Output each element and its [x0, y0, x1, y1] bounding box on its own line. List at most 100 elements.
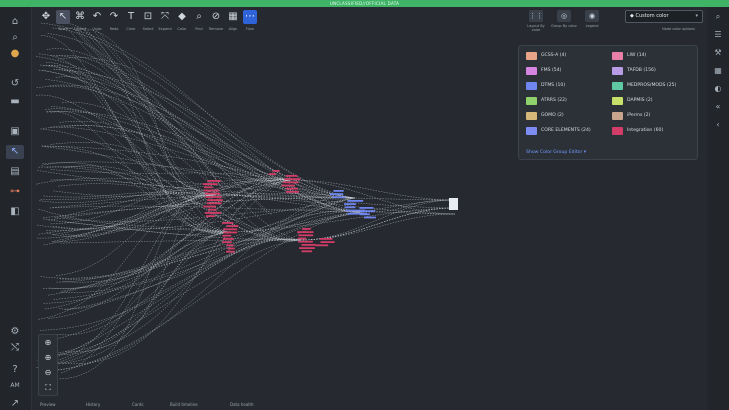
- bottom-item-history[interactable]: History: [86, 402, 100, 407]
- app-window: UNCLASSIFIED//OFFICIAL DATA ⌂ ⌕ ● ↺ ▬ ▣ …: [0, 0, 729, 410]
- list-icon[interactable]: ☰: [711, 29, 725, 41]
- graph-edge: [58, 69, 231, 233]
- graph-node[interactable]: [344, 206, 356, 209]
- graph-edge: [50, 111, 291, 181]
- table-icon[interactable]: ▤: [6, 165, 24, 179]
- graph-node[interactable]: [333, 190, 344, 192]
- graph-node[interactable]: [302, 228, 311, 230]
- graph-node[interactable]: [222, 238, 234, 240]
- network-icon[interactable]: ⊶: [6, 185, 24, 199]
- expand-sidebar-icon[interactable]: ↗: [6, 397, 24, 410]
- graph-node[interactable]: [226, 225, 239, 227]
- graph-node[interactable]: [359, 207, 374, 209]
- graph-node[interactable]: [207, 208, 217, 211]
- graph-node-endpoint[interactable]: [449, 198, 458, 210]
- graph-node[interactable]: [205, 215, 215, 217]
- bottom-item-preview[interactable]: Preview: [40, 402, 56, 407]
- home-icon[interactable]: ⌂: [6, 15, 24, 29]
- fit-view-icon[interactable]: ⊕: [39, 335, 57, 350]
- graph-node[interactable]: [226, 250, 235, 253]
- graph-node[interactable]: [301, 244, 316, 246]
- graph-node[interactable]: [227, 247, 235, 250]
- graph-node[interactable]: [205, 196, 222, 198]
- fullscreen-icon[interactable]: ⛶: [39, 380, 57, 395]
- graph-node[interactable]: [202, 183, 218, 185]
- color-group-editor-link[interactable]: Show Color Group Editor ▾: [526, 150, 586, 155]
- theme-icon[interactable]: ◐: [711, 83, 725, 95]
- settings-icon[interactable]: ⚙: [6, 325, 24, 339]
- graph-node[interactable]: [301, 250, 313, 253]
- help-icon[interactable]: ?: [6, 363, 24, 377]
- graph-node[interactable]: [207, 180, 221, 182]
- graph-node[interactable]: [332, 196, 346, 199]
- graph-node[interactable]: [363, 216, 376, 219]
- graph-node[interactable]: [347, 212, 367, 215]
- graph-node[interactable]: [347, 200, 364, 202]
- graph-node[interactable]: [298, 240, 313, 243]
- graph-edge: [38, 227, 231, 235]
- graph-node[interactable]: [223, 231, 238, 234]
- group-by-color-button[interactable]: ◎ Group By color: [551, 10, 577, 28]
- graph-node[interactable]: [272, 170, 280, 172]
- zoom-out-icon[interactable]: ⊖: [39, 365, 57, 380]
- graph-node[interactable]: [203, 205, 217, 208]
- color-mode-select[interactable]: ◆ Custom color ▾: [625, 10, 703, 23]
- edge-tool-icon[interactable]: ↖: [6, 145, 24, 159]
- graph-node[interactable]: [329, 193, 344, 195]
- history-icon[interactable]: ↺: [6, 77, 24, 91]
- collapse-icon[interactable]: ‹: [711, 119, 725, 131]
- graph-view-icon[interactable]: ▣: [6, 125, 24, 139]
- layers-icon[interactable]: ◧: [6, 205, 24, 219]
- graph-node[interactable]: [222, 222, 234, 224]
- graph-node[interactable]: [281, 184, 295, 187]
- graph-node[interactable]: [284, 178, 301, 180]
- user-avatar[interactable]: AM: [6, 379, 24, 393]
- graph-node[interactable]: [206, 202, 222, 205]
- graph-node[interactable]: [203, 189, 220, 192]
- graph-node[interactable]: [359, 213, 370, 216]
- graph-node[interactable]: [298, 234, 314, 237]
- search-icon[interactable]: ⌕: [6, 31, 24, 45]
- graph-node[interactable]: [204, 212, 221, 214]
- tools-icon[interactable]: ⚒: [711, 47, 725, 59]
- graph-node[interactable]: [226, 244, 234, 247]
- graph-node[interactable]: [285, 191, 299, 193]
- bottom-item-data-health[interactable]: Data health: [230, 402, 253, 407]
- graph-node[interactable]: [222, 234, 232, 237]
- legend-button[interactable]: ◉ Legend: [579, 10, 605, 28]
- group-by-color-icon: ◎: [557, 10, 571, 22]
- graph-node[interactable]: [283, 181, 299, 184]
- graph-node[interactable]: [285, 175, 298, 177]
- graph-node[interactable]: [204, 192, 221, 195]
- graph-node[interactable]: [222, 241, 232, 243]
- graph-node[interactable]: [207, 199, 223, 201]
- graph-node[interactable]: [268, 173, 277, 175]
- graph-node[interactable]: [297, 237, 307, 240]
- graph-node[interactable]: [204, 186, 213, 189]
- graph-node[interactable]: [297, 231, 314, 233]
- graph-node[interactable]: [344, 203, 356, 205]
- graph-edge: [64, 22, 231, 233]
- graph-node[interactable]: [319, 238, 333, 240]
- legend-label: DTMS (10): [541, 83, 566, 88]
- layout-by-color-button[interactable]: ⋮⋮ Layout By color: [523, 10, 549, 32]
- graph-node[interactable]: [320, 241, 335, 243]
- folder-icon[interactable]: ▬: [6, 95, 24, 109]
- search-panel-icon[interactable]: ⌕: [711, 11, 725, 23]
- graph-edge: [47, 33, 216, 196]
- graph-node[interactable]: [223, 228, 238, 231]
- graph-node[interactable]: [345, 209, 366, 212]
- shuffle-icon[interactable]: ⤭: [6, 341, 24, 355]
- bottom-item-cards[interactable]: Cards: [132, 402, 143, 407]
- graph-node[interactable]: [299, 247, 315, 249]
- graph-node[interactable]: [285, 187, 298, 190]
- graph-node[interactable]: [315, 244, 329, 247]
- chevrons-left-icon[interactable]: «: [711, 101, 725, 113]
- zoom-in-icon[interactable]: ⊕: [39, 350, 57, 365]
- legend-label: Integration (60): [627, 128, 664, 133]
- graph-node[interactable]: [359, 210, 376, 212]
- grid-icon[interactable]: ▦: [711, 65, 725, 77]
- palette-icon[interactable]: ●: [6, 47, 24, 61]
- bottom-item-timeline[interactable]: Build timeline: [170, 402, 198, 407]
- tool-button-12[interactable]: ⋯ Flow: [240, 8, 260, 36]
